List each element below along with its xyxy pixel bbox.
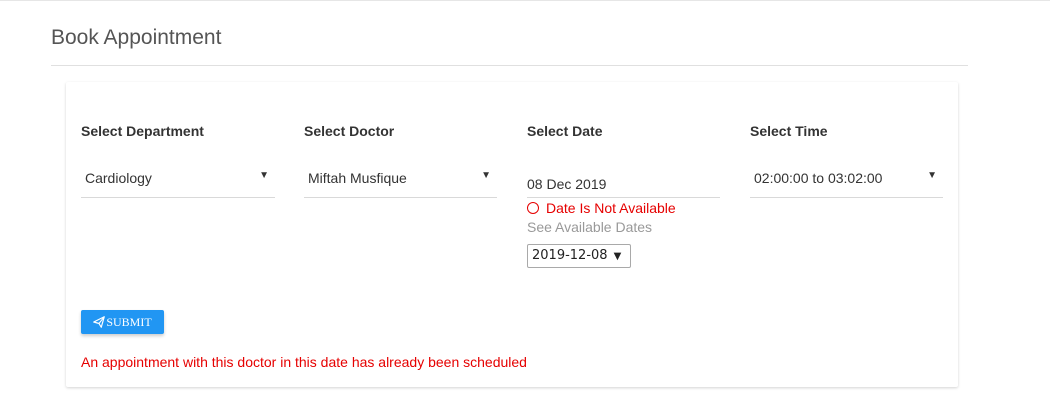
caret-down-icon: ▼ — [927, 170, 937, 181]
time-label: Select Time — [750, 123, 828, 139]
paper-plane-icon — [93, 316, 106, 328]
top-divider — [0, 0, 1050, 1]
date-input[interactable]: 08 Dec 2019 — [527, 158, 720, 198]
caret-down-icon: ▼ — [481, 170, 491, 181]
booking-card: Select Department Cardiology ▼ Select Do… — [66, 82, 958, 387]
submit-button[interactable]: SUBMIT — [81, 310, 164, 334]
department-select[interactable]: Cardiology ▼ — [81, 158, 275, 198]
time-value: 02:00:00 to 03:02:00 — [754, 170, 883, 186]
circle-icon — [527, 202, 539, 214]
title-divider — [51, 65, 968, 66]
department-label: Select Department — [81, 123, 204, 139]
date-error: Date Is Not Available — [527, 200, 676, 216]
caret-down-icon: ▼ — [613, 251, 622, 262]
caret-down-icon: ▼ — [259, 170, 269, 181]
time-select[interactable]: 02:00:00 to 03:02:00 ▼ — [750, 158, 943, 198]
page-title: Book Appointment — [51, 26, 222, 49]
available-date-value: 2019-12-08 — [532, 248, 608, 263]
department-value: Cardiology — [85, 170, 152, 186]
submit-label: SUBMIT — [106, 314, 152, 329]
date-error-text: Date Is Not Available — [546, 200, 676, 216]
available-dates-select[interactable]: 2019-12-08 ▼ — [527, 244, 631, 268]
doctor-value: Miftah Musfique — [308, 170, 407, 186]
appointment-conflict-alert: An appointment with this doctor in this … — [81, 354, 527, 370]
doctor-select[interactable]: Miftah Musfique ▼ — [304, 158, 497, 198]
see-available-dates: See Available Dates — [527, 219, 653, 235]
date-label: Select Date — [527, 123, 603, 139]
date-value: 08 Dec 2019 — [527, 176, 607, 192]
doctor-label: Select Doctor — [304, 123, 395, 139]
